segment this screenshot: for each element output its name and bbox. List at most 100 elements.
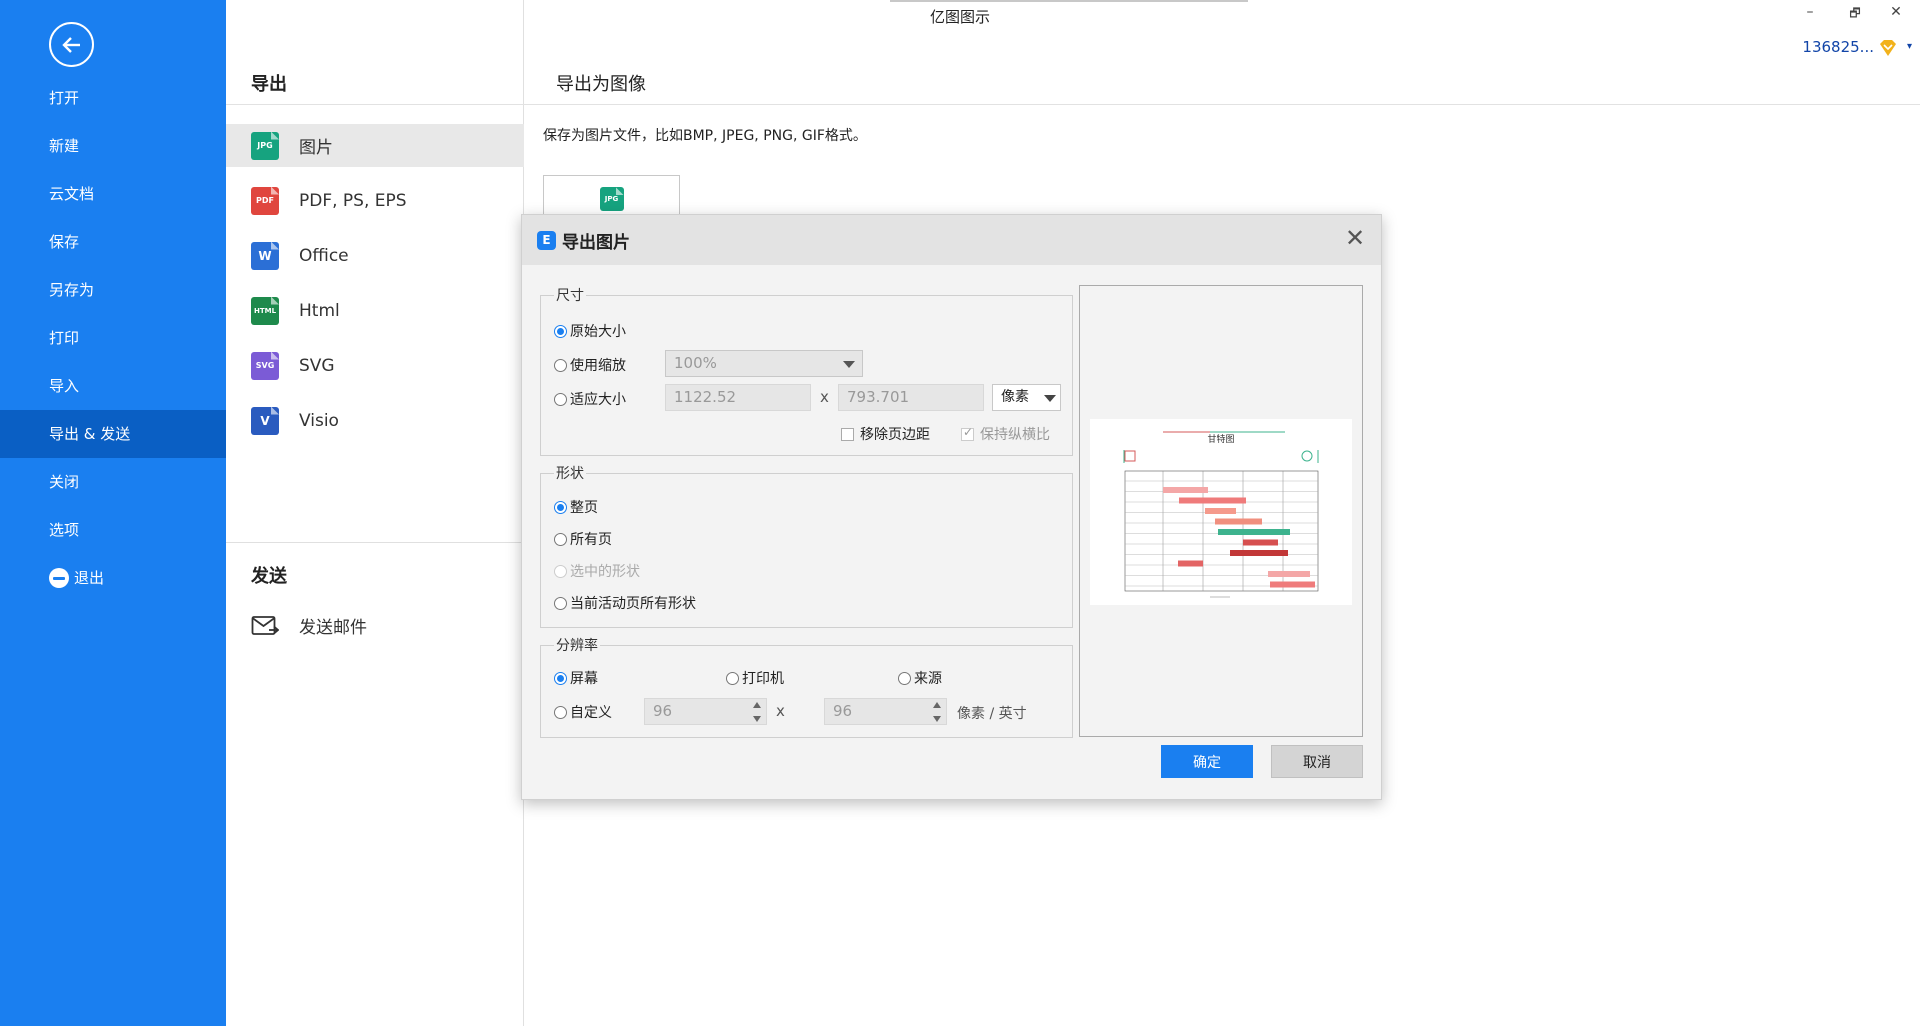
zoom-select[interactable]: 100%	[665, 350, 863, 377]
jpg-file-icon: JPG	[251, 131, 279, 160]
preview-gantt-bar	[1270, 581, 1315, 588]
nav-item-save-as[interactable]: 另存为	[0, 266, 226, 314]
height-input[interactable]: 793.701	[838, 384, 984, 411]
remove-margin-checkbox[interactable]: 移除页边距	[841, 424, 930, 444]
radio-button[interactable]	[554, 500, 567, 514]
nav-item-import[interactable]: 导入	[0, 362, 226, 410]
export-item-office[interactable]: W Office	[226, 234, 524, 277]
radio-button[interactable]	[898, 671, 911, 685]
shape-group-legend: 形状	[554, 463, 586, 483]
pdf-file-icon: PDF	[251, 186, 279, 215]
preview-gantt-bar	[1205, 508, 1236, 514]
size-group: 尺寸 原始大小 使用缩放 100% 适应大小 1122.52 x 793.701…	[540, 285, 1073, 456]
nav-item-cloud-docs[interactable]: 云文档	[0, 170, 226, 218]
nav-item-label: 云文档	[49, 185, 95, 203]
radio-source[interactable]: 来源	[898, 668, 942, 688]
radio-button[interactable]	[554, 564, 567, 578]
radio-selected-shapes[interactable]: 选中的形状	[554, 561, 640, 581]
radio-button[interactable]	[726, 671, 739, 685]
radio-button[interactable]	[554, 324, 567, 338]
radio-button[interactable]	[554, 532, 567, 546]
radio-fit-size[interactable]: 适应大小	[554, 389, 626, 409]
radio-current-page-shapes[interactable]: 当前活动页所有形状	[554, 593, 696, 613]
nav-item-options[interactable]: 选项	[0, 506, 226, 554]
nav-item-exit[interactable]: 退出	[0, 554, 226, 602]
resolution-group-legend: 分辨率	[554, 635, 600, 655]
radio-all-pages[interactable]: 所有页	[554, 529, 612, 549]
size-unit-select[interactable]: 像素	[992, 384, 1061, 411]
restore-button[interactable]: 🗗	[1845, 4, 1865, 25]
radio-label: 当前活动页所有形状	[570, 596, 696, 612]
dialog-close-button[interactable]: ✕	[1343, 226, 1367, 250]
spinner-arrows-icon[interactable]	[753, 702, 762, 722]
html-file-icon: HTML	[251, 296, 279, 325]
preview-gantt-bar	[1178, 560, 1203, 567]
nav-item-label: 新建	[49, 137, 80, 155]
checkbox[interactable]	[961, 425, 974, 441]
radio-use-zoom[interactable]: 使用缩放	[554, 355, 626, 375]
export-item-image[interactable]: JPG 图片	[226, 124, 524, 167]
minus-circle-icon	[49, 568, 69, 588]
account-dropdown-caret[interactable]: ▾	[1907, 41, 1912, 52]
zoom-value: 100%	[674, 354, 717, 372]
cancel-button[interactable]: 取消	[1271, 745, 1363, 778]
dialog-title: 导出图片	[562, 232, 630, 253]
export-item-label: Visio	[299, 410, 339, 431]
checkbox-label: 保持纵横比	[980, 427, 1050, 443]
preview-gantt-bar	[1268, 571, 1310, 577]
export-item-svg[interactable]: SVG SVG	[226, 344, 524, 387]
content-description: 保存为图片文件，比如BMP, JPEG, PNG, GIF格式。	[543, 128, 867, 144]
chevron-down-icon	[1044, 395, 1056, 402]
keep-ratio-checkbox[interactable]: 保持纵横比	[961, 424, 1050, 444]
preview-gantt-bar	[1243, 539, 1278, 546]
export-options-panel: 导出 JPG 图片 PDF PDF, PS, EPS W Office HTML…	[226, 0, 524, 1026]
radio-label: 使用缩放	[570, 358, 626, 374]
preview-gantt-bar	[1179, 497, 1246, 504]
radio-custom[interactable]: 自定义	[554, 702, 612, 722]
dpi-unit-label: 像素 / 英寸	[957, 706, 1027, 722]
minimize-button[interactable]: –	[1800, 4, 1820, 20]
export-item-label: SVG	[299, 355, 335, 376]
preview-doc-title: 甘特图	[1207, 433, 1234, 445]
export-image-dialog: E 导出图片 ✕ 尺寸 原始大小 使用缩放 100% 适应大小 1122.52 …	[521, 214, 1382, 800]
export-item-visio[interactable]: V Visio	[226, 399, 524, 442]
nav-item-open[interactable]: 打开	[0, 74, 226, 122]
nav-item-new[interactable]: 新建	[0, 122, 226, 170]
chevron-down-icon	[843, 361, 855, 368]
send-email-item[interactable]: 发送邮件	[226, 604, 524, 647]
radio-label: 屏幕	[570, 671, 598, 687]
radio-label: 整页	[570, 500, 598, 516]
jpg-format-card[interactable]: JPG	[543, 175, 680, 215]
preview-gantt-bar	[1230, 550, 1288, 556]
radio-button[interactable]	[554, 596, 567, 610]
radio-button[interactable]	[554, 671, 567, 685]
shape-group: 形状 整页 所有页 选中的形状 当前活动页所有形状	[540, 463, 1073, 628]
nav-item-save[interactable]: 保存	[0, 218, 226, 266]
nav-item-export-send[interactable]: 导出 & 发送	[0, 410, 226, 458]
vip-diamond-icon[interactable]	[1878, 38, 1898, 58]
dpi-y-stepper[interactable]: 96	[824, 698, 947, 725]
radio-button[interactable]	[554, 392, 567, 406]
ok-button[interactable]: 确定	[1161, 745, 1253, 778]
radio-button[interactable]	[554, 358, 567, 372]
radio-screen[interactable]: 屏幕	[554, 668, 598, 688]
close-window-button[interactable]: ✕	[1886, 4, 1906, 20]
width-input[interactable]: 1122.52	[665, 384, 811, 411]
resolution-group: 分辨率 屏幕 打印机 来源 自定义 96 x 96 像素 / 英寸	[540, 635, 1073, 738]
jpg-file-icon: JPG	[599, 187, 624, 211]
radio-original-size[interactable]: 原始大小	[554, 321, 626, 341]
back-button[interactable]	[49, 22, 94, 67]
export-item-html[interactable]: HTML Html	[226, 289, 524, 332]
export-item-pdf[interactable]: PDF PDF, PS, EPS	[226, 179, 524, 222]
radio-printer[interactable]: 打印机	[726, 668, 784, 688]
size-group-legend: 尺寸	[554, 285, 586, 305]
checkbox[interactable]	[841, 427, 854, 441]
spinner-arrows-icon[interactable]	[933, 702, 942, 722]
nav-item-print[interactable]: 打印	[0, 314, 226, 362]
dpi-x-stepper[interactable]: 96	[644, 698, 767, 725]
radio-whole-page[interactable]: 整页	[554, 497, 598, 517]
radio-button[interactable]	[554, 705, 567, 719]
size-x-separator: x	[820, 388, 829, 406]
user-account-id[interactable]: 136825...	[1802, 38, 1874, 56]
nav-item-close[interactable]: 关闭	[0, 458, 226, 506]
